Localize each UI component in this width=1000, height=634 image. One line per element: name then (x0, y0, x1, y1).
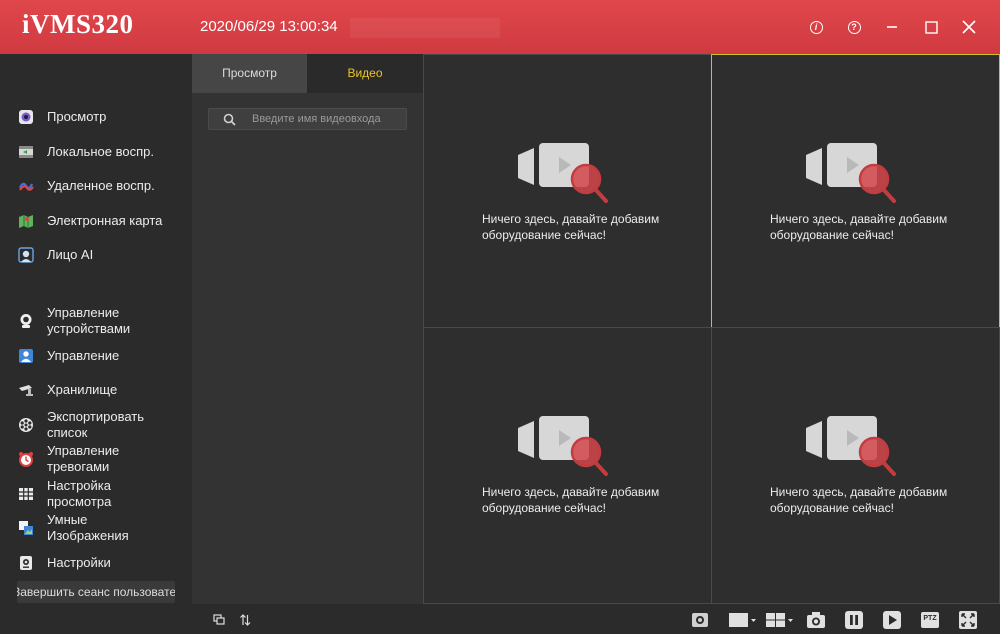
help-icon[interactable]: ? (844, 17, 864, 37)
remote-playback-icon (18, 182, 34, 191)
bottom-toolbar: PTZ (192, 604, 1000, 634)
record-icon[interactable] (690, 610, 710, 630)
storage-icon (19, 385, 33, 396)
sidebar-item-label: Удаленное воспр. (47, 178, 155, 193)
info-icon[interactable]: i (806, 17, 826, 37)
ptz-button[interactable]: PTZ (920, 610, 940, 630)
sidebar-item-remote-playback[interactable]: Удаленное воспр. (18, 178, 155, 194)
no-device-camera-icon (518, 143, 608, 203)
app-logo: iVMS320 (22, 9, 134, 39)
face-ai-icon (18, 247, 34, 263)
sidebar-item-device-management[interactable]: Управление устройствами (18, 305, 157, 337)
empty-cell-message: Ничего здесь, давайте добавим оборудован… (770, 485, 948, 515)
export-list-icon (19, 418, 33, 432)
empty-cell-message: Ничего здесь, давайте добавим оборудован… (770, 212, 948, 242)
sidebar-item-export-list[interactable]: Экспортировать список (18, 409, 157, 441)
sidebar-item-label: Просмотр (47, 109, 107, 124)
windows-icon[interactable] (209, 610, 229, 630)
sidebar-item-label: Локальное воспр. (47, 144, 154, 159)
sidebar-item-label: Управление тревогами (47, 443, 120, 474)
sidebar-item-preview[interactable]: Просмотр (18, 109, 106, 125)
sidebar: Просмотр Локальное воспр. Удаленное восп… (0, 54, 192, 634)
video-cell-3[interactable]: Ничего здесь, давайте добавим оборудован… (423, 327, 712, 604)
sidebar-item-label: Хранилище (47, 382, 118, 397)
empty-cell-message: Ничего здесь, давайте добавим оборудован… (482, 485, 660, 515)
search-input[interactable] (252, 111, 402, 127)
no-device-camera-icon (518, 416, 608, 476)
preview-icon (19, 110, 33, 124)
sort-icon[interactable] (235, 610, 255, 630)
datetime-display: 2020/06/29 13:00:34 (200, 18, 338, 35)
sidebar-item-emap[interactable]: Электронная карта (18, 213, 162, 229)
play-icon[interactable] (882, 610, 902, 630)
sidebar-item-label: Настройки (47, 555, 111, 570)
sidebar-item-settings[interactable]: Настройки (18, 555, 111, 571)
settings-icon (20, 556, 32, 570)
sidebar-item-label: Управление (47, 348, 120, 363)
sidebar-item-label: Электронная карта (47, 213, 163, 228)
search-icon (223, 113, 236, 126)
fullscreen-icon[interactable] (958, 610, 978, 630)
search-box (208, 108, 407, 130)
device-panel: Просмотр Видео (192, 54, 423, 604)
video-grid: Ничего здесь, давайте добавим оборудован… (423, 54, 1000, 604)
no-device-camera-icon (806, 416, 896, 476)
video-cell-1[interactable]: Ничего здесь, давайте добавим оборудован… (423, 54, 712, 328)
close-icon[interactable] (959, 17, 979, 37)
pause-icon[interactable] (844, 610, 864, 630)
alarm-icon (19, 452, 33, 467)
smart-images-icon (19, 521, 33, 535)
sidebar-item-local-playback[interactable]: Локальное воспр. (18, 144, 154, 160)
no-device-camera-icon (806, 143, 896, 203)
logout-button[interactable]: Завершить сеанс пользователя (17, 581, 175, 603)
user-management-icon (19, 349, 33, 363)
sidebar-item-label: Умные Изображения (47, 512, 129, 543)
sidebar-item-alarm-management[interactable]: Управление тревогами (18, 443, 157, 475)
sidebar-item-label: Экспортировать список (47, 409, 144, 440)
tab-preview[interactable]: Просмотр (192, 54, 307, 93)
minimize-icon[interactable] (882, 17, 902, 37)
video-cell-4[interactable]: Ничего здесь, давайте добавим оборудован… (711, 327, 1000, 604)
local-playback-icon (19, 146, 33, 158)
maximize-icon[interactable] (921, 17, 941, 37)
title-bar: iVMS320 2020/06/29 13:00:34 i ? (0, 0, 1000, 54)
title-strip (350, 18, 500, 38)
sidebar-item-label: Лицо AI (47, 247, 94, 262)
snapshot-icon[interactable] (806, 610, 826, 630)
device-management-icon (20, 314, 32, 328)
sidebar-item-face-ai[interactable]: Лицо AI (18, 247, 93, 263)
app-window: iVMS320 2020/06/29 13:00:34 i ? Просмотр… (0, 0, 1000, 634)
sidebar-item-smart-images[interactable]: Умные Изображения (18, 512, 157, 544)
sidebar-item-view-settings[interactable]: Настройка просмотра (18, 478, 157, 510)
empty-cell-message: Ничего здесь, давайте добавим оборудован… (482, 212, 660, 242)
sidebar-item-user-management[interactable]: Управление (18, 348, 119, 364)
sidebar-item-label: Управление устройствами (47, 305, 131, 336)
ptz-label: PTZ (923, 615, 937, 622)
tab-video[interactable]: Видео (307, 54, 423, 93)
video-cell-2[interactable]: Ничего здесь, давайте добавим оборудован… (711, 54, 1000, 328)
emap-icon (19, 215, 33, 228)
logout-label: Завершить сеанс пользователя (17, 585, 175, 599)
quad-window-icon[interactable] (765, 610, 795, 630)
single-window-icon[interactable] (728, 610, 758, 630)
sidebar-item-storage[interactable]: Хранилище (18, 382, 117, 398)
view-settings-icon (19, 488, 33, 500)
sidebar-item-label: Настройка просмотра (47, 478, 112, 509)
